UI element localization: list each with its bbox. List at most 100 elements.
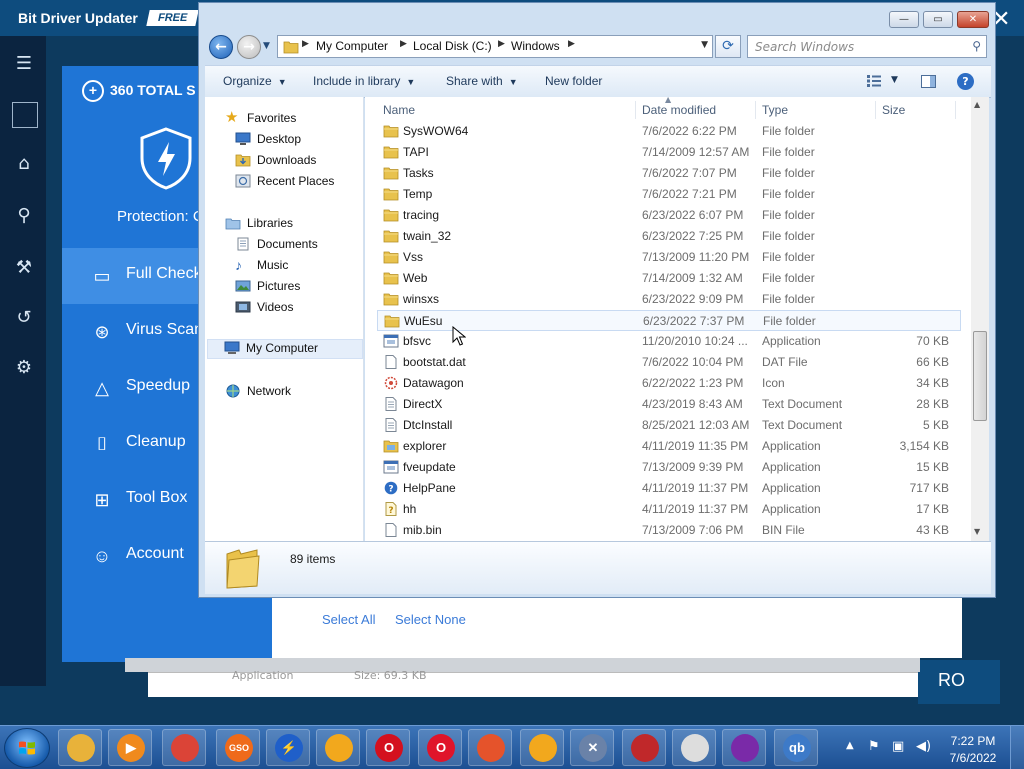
nav-recent-places[interactable]: Recent Places — [235, 174, 360, 190]
include-in-library-menu[interactable]: Include in library ▼ — [313, 74, 415, 88]
taskbar-windows-explorer-button[interactable] — [58, 729, 102, 766]
maximize-button[interactable]: ▭ — [923, 11, 953, 28]
share-with-menu[interactable]: Share with ▼ — [446, 74, 518, 88]
file-row[interactable]: Datawagon 6/22/2022 1:23 PM Icon 34 KB — [377, 373, 961, 394]
file-row[interactable]: fveupdate 7/13/2009 9:39 PM Application 15 … — [377, 457, 961, 478]
search-box-icon[interactable] — [12, 102, 38, 128]
address-dropdown-icon[interactable]: ▼ — [701, 40, 708, 50]
taskbar-shield-app-button[interactable]: ⚡ — [266, 729, 310, 766]
taskbar-tool-app-button[interactable]: ✕ — [570, 729, 614, 766]
search-icon[interactable]: ⚲ — [972, 39, 981, 53]
view-dropdown-icon[interactable]: ▼ — [891, 75, 898, 85]
start-button[interactable] — [4, 728, 50, 768]
taskbar-iobit-gso-button[interactable]: GSO — [216, 729, 260, 766]
column-header-type[interactable]: Type — [756, 101, 876, 119]
nav-libraries[interactable]: Libraries — [225, 216, 355, 232]
nav-desktop[interactable]: Desktop — [235, 132, 355, 148]
file-row[interactable]: DirectX 4/23/2019 8:43 AM Text Document 28 … — [377, 394, 961, 415]
taskbar-winrar-button[interactable] — [722, 729, 766, 766]
backup-icon[interactable]: ↺ — [12, 306, 36, 330]
taskbar-torch-browser-button[interactable] — [316, 729, 360, 766]
refresh-button[interactable]: ⟳ — [715, 35, 741, 58]
chrome-icon — [171, 734, 199, 762]
column-header-size[interactable]: Size — [876, 101, 956, 119]
column-header-date-modified[interactable]: Date modified — [636, 101, 756, 119]
taskbar-opera-gx-button[interactable]: O — [418, 729, 462, 766]
home-icon[interactable]: ⌂ — [12, 152, 36, 176]
file-row[interactable]: explorer 4/11/2019 11:35 PM Application 3,1… — [377, 436, 961, 457]
pro-banner[interactable]: RO — [918, 660, 1000, 704]
file-row[interactable]: bootstat.dat 7/6/2022 10:04 PM DAT File 66 … — [377, 352, 961, 373]
recent-pages-dropdown-icon[interactable]: ▼ — [263, 41, 270, 51]
preview-pane-icon[interactable] — [921, 75, 936, 88]
help-icon[interactable]: ? — [957, 73, 974, 90]
organize-menu[interactable]: Organize ▼ — [223, 74, 287, 88]
breadcrumb-separator-icon[interactable]: ▶ — [400, 39, 407, 49]
file-row[interactable]: Tasks 7/6/2022 7:07 PM File folder — [377, 163, 961, 184]
taskbar-opera-button[interactable]: O — [366, 729, 410, 766]
close-button[interactable]: ✕ — [957, 11, 989, 28]
file-row[interactable]: twain_32 6/23/2022 7:25 PM File folder — [377, 226, 961, 247]
nav-downloads[interactable]: Downloads — [235, 153, 355, 169]
file-row[interactable]: Web 7/14/2009 1:32 AM File folder — [377, 268, 961, 289]
view-options-icon[interactable] — [867, 75, 881, 87]
clock-date[interactable]: 7/6/2022 — [946, 751, 1000, 765]
select-none-link[interactable]: Select None — [395, 612, 466, 627]
file-row[interactable]: ? hh 4/11/2019 11:37 PM Application 17 KB — [377, 499, 961, 520]
taskbar-reddisk-app-button[interactable] — [622, 729, 666, 766]
file-row[interactable]: winsxs 6/23/2022 9:09 PM File folder — [377, 289, 961, 310]
show-hidden-icons-icon[interactable]: ▲ — [846, 740, 854, 751]
volume-icon[interactable]: ◀) — [916, 739, 931, 754]
nav-documents[interactable]: Documents — [235, 237, 355, 253]
nav-videos[interactable]: Videos — [235, 300, 355, 316]
search-input[interactable]: Search Windows ⚲ — [747, 35, 987, 58]
file-name: SysWOW64 — [403, 124, 469, 138]
column-header-name[interactable]: Name — [377, 101, 636, 119]
tools-icon[interactable]: ⚒ — [12, 256, 36, 280]
nav-pictures[interactable]: Pictures — [235, 279, 355, 295]
breadcrumb-local-disk[interactable]: Local Disk (C:) — [413, 39, 492, 53]
hamburger-menu-icon[interactable]: ☰ — [12, 52, 36, 76]
file-list-scrollbar[interactable]: ▲ ▼ — [971, 97, 989, 541]
breadcrumb-my-computer[interactable]: My Computer — [316, 39, 388, 53]
nav-network[interactable]: Network — [225, 384, 355, 400]
file-row[interactable]: ? HelpPane 4/11/2019 11:37 PM Application 71… — [377, 478, 961, 499]
breadcrumb-separator-icon[interactable]: ▶ — [302, 39, 309, 49]
breadcrumb-separator-icon[interactable]: ▶ — [568, 39, 575, 49]
scan-icon[interactable]: ⚲ — [12, 204, 36, 228]
show-desktop-button[interactable] — [1010, 726, 1024, 769]
file-row[interactable]: TAPI 7/14/2009 12:57 AM File folder — [377, 142, 961, 163]
taskbar-chrome-button[interactable] — [162, 729, 206, 766]
select-all-link[interactable]: Select All — [322, 612, 375, 627]
file-row[interactable]: tracing 6/23/2022 6:07 PM File folder — [377, 205, 961, 226]
scroll-down-icon[interactable]: ▼ — [974, 527, 980, 536]
file-row[interactable]: DtcInstall 8/25/2021 12:03 AM Text Documen… — [377, 415, 961, 436]
gear-icon[interactable]: ⚙ — [12, 356, 36, 380]
clock-time[interactable]: 7:22 PM — [950, 734, 996, 748]
taskbar-qbittorrent-button[interactable]: qb — [774, 729, 818, 766]
nav-music[interactable]: ♪ Music — [235, 258, 355, 274]
new-folder-button[interactable]: New folder — [545, 74, 602, 88]
minimize-button[interactable]: — — [889, 11, 919, 28]
file-row[interactable]: mib.bin 7/13/2009 7:06 PM BIN File 43 KB — [377, 520, 961, 541]
taskbar-office-app-button[interactable] — [468, 729, 512, 766]
nav-my-computer[interactable]: My Computer — [207, 339, 363, 359]
forward-button[interactable]: → — [237, 35, 261, 59]
taskbar-hat-app-button[interactable] — [672, 729, 716, 766]
address-bar[interactable]: ▶ My Computer ▶ Local Disk (C:) ▶ Window… — [277, 35, 713, 58]
taskbar-media-player-button[interactable]: ▶ — [108, 729, 152, 766]
network-tray-icon[interactable]: ▣ — [892, 739, 904, 754]
nav-favorites[interactable]: ★ Favorites — [225, 110, 355, 127]
action-center-icon[interactable]: ⚑ — [868, 739, 880, 754]
file-row[interactable]: SysWOW64 7/6/2022 6:22 PM File folder — [377, 121, 961, 142]
rocket-icon: △ — [95, 378, 109, 398]
breadcrumb-windows[interactable]: Windows — [511, 39, 560, 53]
breadcrumb-separator-icon[interactable]: ▶ — [498, 39, 505, 49]
scrollbar-thumb[interactable] — [973, 331, 987, 421]
scroll-up-icon[interactable]: ▲ — [974, 100, 980, 109]
back-button[interactable]: ← — [209, 35, 233, 59]
file-row[interactable]: Temp 7/6/2022 7:21 PM File folder — [377, 184, 961, 205]
file-row[interactable]: Vss 7/13/2009 11:20 PM File folder — [377, 247, 961, 268]
file-name: twain_32 — [403, 229, 452, 243]
taskbar-avira-chrome-button[interactable] — [520, 729, 564, 766]
